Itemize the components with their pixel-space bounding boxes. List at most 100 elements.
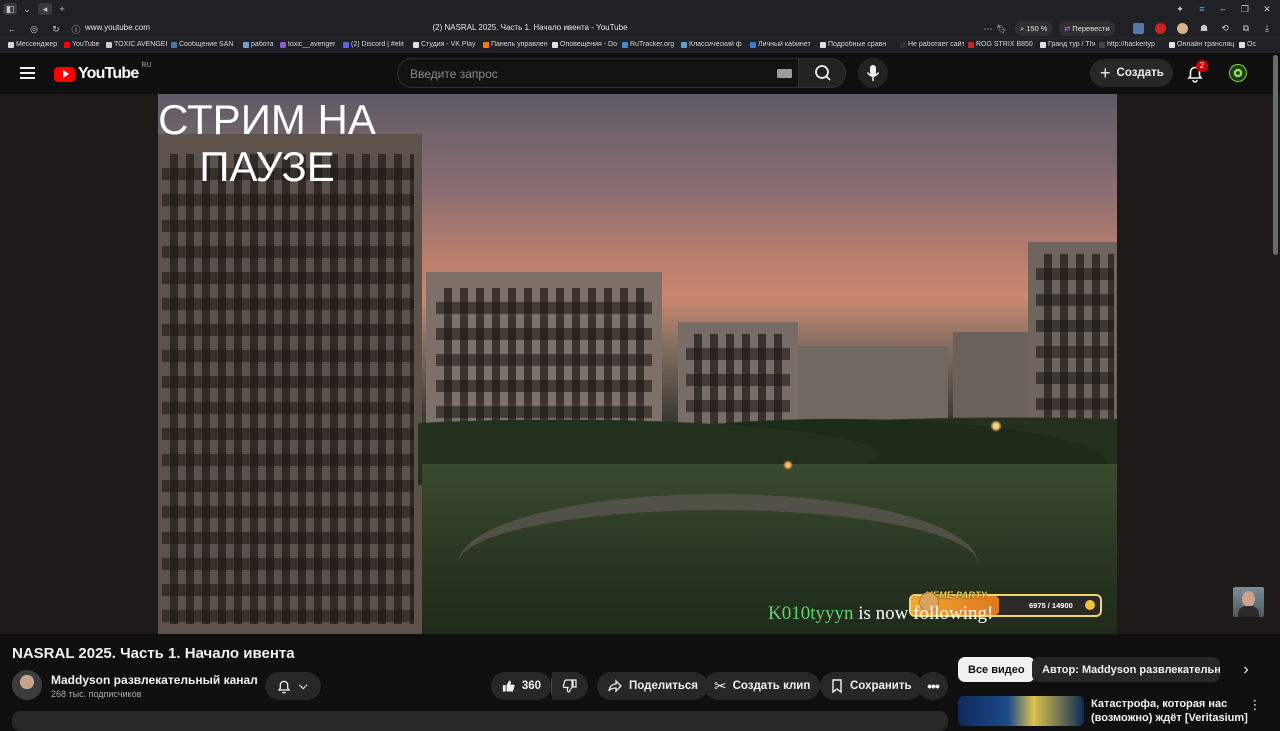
extensions-icon[interactable]: ≡ — [1196, 3, 1208, 15]
pin-icon[interactable]: ✦ — [1174, 3, 1186, 15]
extension-2-icon[interactable] — [1155, 23, 1166, 34]
bookmark-label: Гранд тур / The G — [1048, 41, 1095, 48]
zoom-indicator[interactable]: ⌕ 150 % — [1015, 21, 1053, 36]
like-count: 360 — [521, 680, 541, 692]
zoom-icon: ⌕ — [1020, 23, 1025, 33]
hamburger-menu-icon[interactable] — [20, 67, 35, 79]
more-horizontal-icon: ••• — [927, 678, 940, 694]
browser-menu-icon[interactable]: ◧ — [3, 3, 17, 15]
bookmark-favicon-icon — [280, 41, 286, 48]
bookmark-item[interactable]: работа — [243, 41, 274, 48]
bookmark-page-icon[interactable]: 🔖︎ — [996, 22, 1008, 36]
back-icon[interactable]: ← — [5, 22, 19, 36]
bookmark-item[interactable]: Гранд тур / The G — [1040, 41, 1095, 48]
chevron-right-icon[interactable]: › — [1236, 660, 1256, 680]
restore-icon[interactable]: ❐ — [1239, 3, 1251, 15]
bookmark-favicon-icon — [171, 41, 177, 48]
create-button[interactable]: + Создать — [1090, 59, 1173, 87]
next-video-thumbnail[interactable] — [958, 696, 1084, 726]
bookmark-item[interactable]: Подробные сравн — [820, 41, 886, 48]
reload-icon[interactable]: ↻ — [49, 22, 63, 36]
bookmark-item[interactable]: Сообщение SAN — [171, 41, 233, 48]
bookmark-item[interactable]: Личный кабинет — [750, 41, 811, 48]
bookmark-item[interactable]: Онлайн трансляц — [1169, 41, 1234, 48]
bookmark-favicon-icon — [413, 41, 419, 48]
tab-list-chevron-icon[interactable]: ⌄ — [21, 3, 33, 15]
thumbs-up-icon — [502, 680, 515, 692]
keyboard-icon[interactable] — [777, 69, 792, 78]
bookmark-item[interactable]: Не работает сайт — [900, 41, 964, 48]
bookmark-item[interactable]: http://hackertyp — [1099, 41, 1155, 48]
minimize-icon[interactable]: – — [1217, 3, 1229, 15]
bookmark-item[interactable]: Мессенджер — [8, 41, 57, 48]
bookmark-favicon-icon — [343, 41, 349, 48]
extension-1-icon[interactable] — [1133, 23, 1144, 34]
bookmark-favicon-icon — [1040, 41, 1046, 48]
more-icon[interactable]: ⋯ — [982, 22, 994, 36]
bookmark-favicon-icon — [106, 41, 112, 48]
search-icon — [815, 65, 831, 81]
youtube-logo[interactable]: YouTube RU — [54, 62, 152, 83]
bookmark-favicon-icon — [64, 41, 70, 48]
extension-3-icon[interactable] — [1177, 23, 1188, 34]
dislike-button[interactable] — [552, 672, 588, 700]
bookmarks-bar: Мессенджер YouTube TOXIC AVENGER Сообщение … — [0, 39, 1280, 53]
channel-name[interactable]: Maddyson развлекательный канал — [51, 673, 258, 687]
bookmark-item[interactable]: RuTracker.org — [622, 41, 674, 48]
save-button[interactable]: Сохранить — [820, 672, 922, 700]
bookmark-item[interactable]: Классический ф — [681, 41, 742, 48]
share-button[interactable]: Поделиться — [597, 672, 709, 700]
video-title: NASRAL 2025. Часть 1. Начало ивента — [12, 645, 295, 662]
translate-button[interactable]: ⇄ Перевести — [1059, 21, 1115, 36]
more-vertical-icon[interactable]: ⋮ — [1249, 697, 1262, 713]
active-tab[interactable]: ◂ — [38, 3, 52, 15]
street-light-glow-2 — [783, 460, 793, 470]
search-button[interactable] — [798, 58, 846, 88]
search-input[interactable]: Введите запрос — [397, 58, 799, 88]
bookmark-favicon-icon — [622, 41, 628, 48]
chip-author[interactable]: Автор: Maddyson развлекательный — [1032, 657, 1220, 682]
bookmark-item[interactable]: Студия - VK Play — [413, 41, 476, 48]
bookmark-favicon-icon — [8, 41, 14, 48]
url-field[interactable]: www.youtube.com — [85, 23, 150, 32]
bookmark-favicon-icon — [243, 41, 249, 48]
extension-6-icon[interactable]: ⧉ — [1240, 22, 1252, 35]
account-avatar[interactable] — [1229, 64, 1247, 82]
subscribed-button[interactable]: ⌵ — [265, 672, 321, 700]
bookmark-item[interactable]: Ос — [1239, 41, 1256, 48]
channel-avatar[interactable] — [12, 670, 42, 700]
microphone-icon — [866, 65, 880, 81]
new-tab-icon[interactable]: + — [56, 3, 68, 15]
notifications-button[interactable]: 2 — [1184, 60, 1208, 84]
download-icon[interactable]: ⤓ — [1261, 22, 1273, 35]
bookmark-favicon-icon — [968, 41, 974, 48]
voice-search-button[interactable] — [858, 58, 888, 88]
bookmark-favicon-icon — [1099, 41, 1105, 48]
chip-all-videos[interactable]: Все видео — [958, 657, 1035, 682]
bookmark-label: Мессенджер — [16, 41, 58, 48]
scrollbar[interactable] — [1273, 55, 1278, 255]
close-window-icon[interactable]: ✕ — [1261, 3, 1273, 15]
bookmark-item[interactable]: ROG STRIX B850 — [968, 41, 1033, 48]
bookmark-label: RuTracker.org — [630, 41, 675, 48]
bookmark-label: Подробные сравн — [828, 41, 887, 48]
create-clip-button[interactable]: ✂ Создать клип — [704, 672, 821, 700]
more-actions-button[interactable]: ••• — [918, 672, 948, 700]
extension-4-icon[interactable]: ☗ — [1198, 22, 1210, 35]
logo-text: YouTube — [78, 65, 139, 82]
bookmark-item[interactable]: Оповещения - Do — [552, 41, 617, 48]
extension-5-icon[interactable]: ⟲ — [1219, 22, 1231, 35]
bookmark-label: Студия - VK Play — [421, 41, 476, 48]
site-info-icon[interactable]: ⓘ — [70, 22, 82, 36]
bookmark-item[interactable]: YouTube — [64, 41, 100, 48]
like-button[interactable]: 360 — [491, 672, 551, 700]
share-icon — [608, 679, 622, 693]
bookmark-item[interactable]: Панель управлен — [483, 41, 548, 48]
next-video-title[interactable]: Катастрофа, которая нас (возможно) ждёт … — [1091, 697, 1251, 725]
bookmark-item[interactable]: toxic__avenger — [280, 41, 335, 48]
bookmark-item[interactable]: TOXIC AVENGER — [106, 41, 167, 48]
vpn-icon[interactable]: ◎ — [27, 22, 41, 36]
miniplayer-avatar[interactable] — [1233, 587, 1264, 617]
description-box[interactable] — [12, 711, 948, 731]
bookmark-item[interactable]: (2) Discord | #elit — [343, 41, 404, 48]
